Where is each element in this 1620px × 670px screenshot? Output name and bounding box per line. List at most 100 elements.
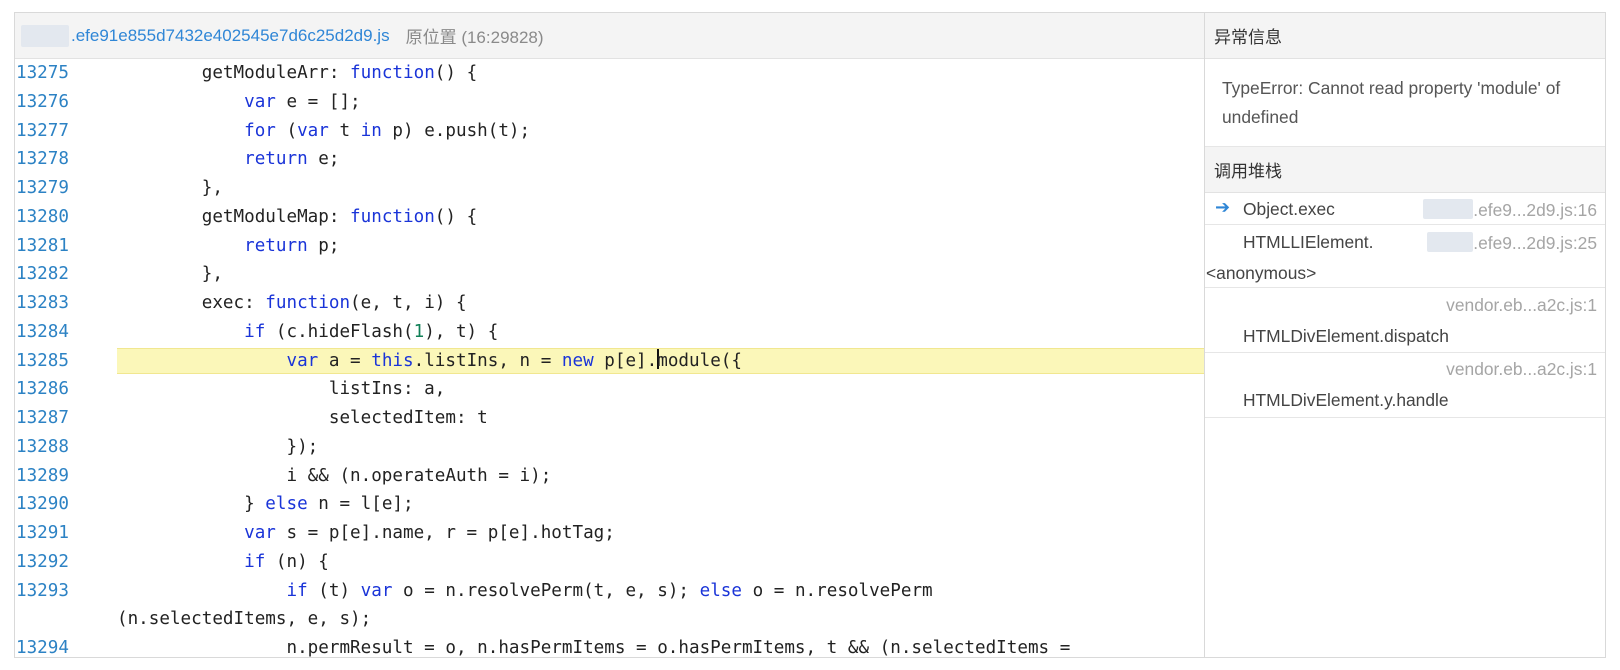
code-token: getModuleMap: bbox=[117, 206, 351, 227]
stack-frame-function: HTMLDivElement.y.handle bbox=[1243, 390, 1449, 410]
line-number: 13286 bbox=[16, 379, 69, 400]
line-number: 13282 bbox=[16, 264, 69, 285]
keyword-token: return bbox=[244, 235, 308, 256]
line-number: 13292 bbox=[16, 551, 69, 572]
code-text: return e; bbox=[117, 145, 339, 174]
code-text: var a = this.listIns, n = new p[e].modul… bbox=[117, 347, 742, 376]
code-line[interactable]: 13293 if (t) var o = n.resolvePerm(t, e,… bbox=[15, 577, 1204, 606]
code-token: () { bbox=[434, 206, 478, 227]
code-line[interactable]: 13289 i && (n.operateAuth = i); bbox=[15, 462, 1204, 491]
stack-frame[interactable]: vendor.eb...a2c.js:1 HTMLDivElement.disp… bbox=[1205, 288, 1605, 353]
code-token: getModuleArr: bbox=[117, 63, 351, 83]
number-token: 1 bbox=[413, 321, 425, 342]
code-token: () { bbox=[434, 63, 478, 83]
keyword-token: if bbox=[244, 551, 266, 572]
code-text: n.permResult = o, n.hasPermItems = o.has… bbox=[117, 634, 1070, 657]
line-number: 13276 bbox=[16, 91, 69, 112]
code-line[interactable]: 13280 getModuleMap: function() { bbox=[15, 203, 1204, 232]
keyword-token: var bbox=[297, 120, 329, 141]
code-line[interactable]: 13282 }, bbox=[15, 260, 1204, 289]
code-token: p; bbox=[307, 235, 340, 256]
code-line[interactable]: 13287 selectedItem: t bbox=[15, 404, 1204, 433]
line-number: 13284 bbox=[16, 321, 69, 342]
code-token: a = bbox=[318, 350, 372, 371]
code-token: n = l[e]; bbox=[307, 494, 414, 515]
debugger-window: .efe91e855d7432e402545e7d6c25d2d9.js 原位置… bbox=[14, 12, 1606, 658]
code-text: return p; bbox=[117, 232, 339, 261]
code-line[interactable]: 13277 for (var t in p) e.push(t); bbox=[15, 117, 1204, 146]
stack-frame[interactable]: vendor.eb...a2c.js:1 HTMLDivElement.y.ha… bbox=[1205, 353, 1605, 418]
code-line[interactable]: 13278 return e; bbox=[15, 145, 1204, 174]
code-token: (n.selectedItems, e, s); bbox=[117, 609, 372, 630]
line-number: 13283 bbox=[16, 293, 69, 313]
code-token: e = []; bbox=[275, 91, 361, 112]
code-line[interactable]: 13279 }, bbox=[15, 174, 1204, 203]
code-token: p[e]. bbox=[593, 350, 658, 371]
source-header: .efe91e855d7432e402545e7d6c25d2d9.js 原位置… bbox=[15, 13, 1204, 59]
code-line[interactable]: 13288 }); bbox=[15, 433, 1204, 462]
keyword-token: var bbox=[286, 350, 319, 371]
keyword-token: function bbox=[350, 63, 435, 83]
stack-frame-function-cont: <anonymous> bbox=[1206, 263, 1317, 283]
code-line[interactable]: 13291 var s = p[e].name, r = p[e].hotTag… bbox=[15, 519, 1204, 548]
code-text: var s = p[e].name, r = p[e].hotTag; bbox=[117, 519, 615, 548]
keyword-token: if bbox=[244, 321, 266, 342]
code-line[interactable]: 13284 if (c.hideFlash(1), t) { bbox=[15, 318, 1204, 347]
line-number: 13278 bbox=[16, 149, 69, 170]
code-token: (c.hideFlash( bbox=[265, 321, 414, 342]
code-line[interactable]: (n.selectedItems, e, s); bbox=[15, 605, 1204, 634]
stack-frame-location[interactable]: .efe9...2d9.js:25 bbox=[1427, 232, 1597, 254]
code-text: }, bbox=[117, 260, 223, 289]
call-stack-header: 调用堆栈 bbox=[1205, 147, 1605, 193]
line-number: 13275 bbox=[16, 63, 69, 83]
code-text: listIns: a, bbox=[117, 375, 446, 404]
code-token: o = n.resolvePerm(t, e, s); bbox=[392, 580, 700, 601]
code-token: }, bbox=[117, 264, 223, 285]
line-number: 13293 bbox=[16, 580, 69, 601]
code-line[interactable]: 13286 listIns: a, bbox=[15, 375, 1204, 404]
line-number: 13288 bbox=[16, 436, 69, 457]
keyword-token: var bbox=[244, 91, 276, 112]
code-line[interactable]: 13290 } else n = l[e]; bbox=[15, 490, 1204, 519]
code-token: ( bbox=[275, 120, 298, 141]
code-line[interactable]: 13276 var e = []; bbox=[15, 88, 1204, 117]
keyword-token: function bbox=[265, 293, 351, 313]
code-text: selectedItem: t bbox=[117, 404, 488, 433]
code-text: if (n) { bbox=[117, 548, 329, 577]
stack-frame-location[interactable]: vendor.eb...a2c.js:1 bbox=[1446, 295, 1597, 316]
code-line[interactable]: 13292 if (n) { bbox=[15, 548, 1204, 577]
code-text: }, bbox=[117, 174, 223, 203]
code-token: module({ bbox=[657, 350, 742, 371]
code-line[interactable]: 13294 n.permResult = o, n.hasPermItems =… bbox=[15, 634, 1204, 657]
error-message: TypeError: Cannot read property 'module'… bbox=[1205, 59, 1605, 147]
keyword-token: var bbox=[244, 523, 276, 543]
stack-frame[interactable]: ➔ Object.exec .efe9...2d9.js:16 bbox=[1205, 193, 1605, 225]
highlighted-code-line[interactable]: 13285 var a = this.listIns, n = new p[e]… bbox=[15, 347, 1204, 376]
stack-frame[interactable]: HTMLLIElement. <anonymous> .efe9...2d9.j… bbox=[1205, 225, 1605, 288]
code-line[interactable]: 13281 return p; bbox=[15, 232, 1204, 261]
stack-frame-location[interactable]: .efe9...2d9.js:16 bbox=[1423, 199, 1597, 221]
code-token: p) e.push(t); bbox=[381, 120, 531, 141]
line-number: 13285 bbox=[16, 350, 69, 371]
code-line[interactable]: 13283 exec: function(e, t, i) { bbox=[15, 289, 1204, 318]
keyword-token: in bbox=[360, 120, 382, 141]
stack-frame-location[interactable]: vendor.eb...a2c.js:1 bbox=[1446, 359, 1597, 380]
code-token: t bbox=[328, 120, 361, 141]
keyword-token: this bbox=[371, 350, 414, 371]
code-text: if (c.hideFlash(1), t) { bbox=[117, 318, 498, 347]
keyword-token: for bbox=[244, 120, 276, 141]
code-token: }); bbox=[117, 436, 319, 457]
code-line[interactable]: 13275 getModuleArr: function() { bbox=[15, 59, 1204, 88]
code-token: }, bbox=[117, 178, 223, 198]
keyword-token: return bbox=[244, 149, 308, 170]
redacted-path bbox=[1427, 232, 1474, 252]
code-lines[interactable]: 13275 getModuleArr: function() {13276 va… bbox=[15, 59, 1204, 657]
file-link[interactable]: .efe91e855d7432e402545e7d6c25d2d9.js bbox=[71, 26, 390, 46]
